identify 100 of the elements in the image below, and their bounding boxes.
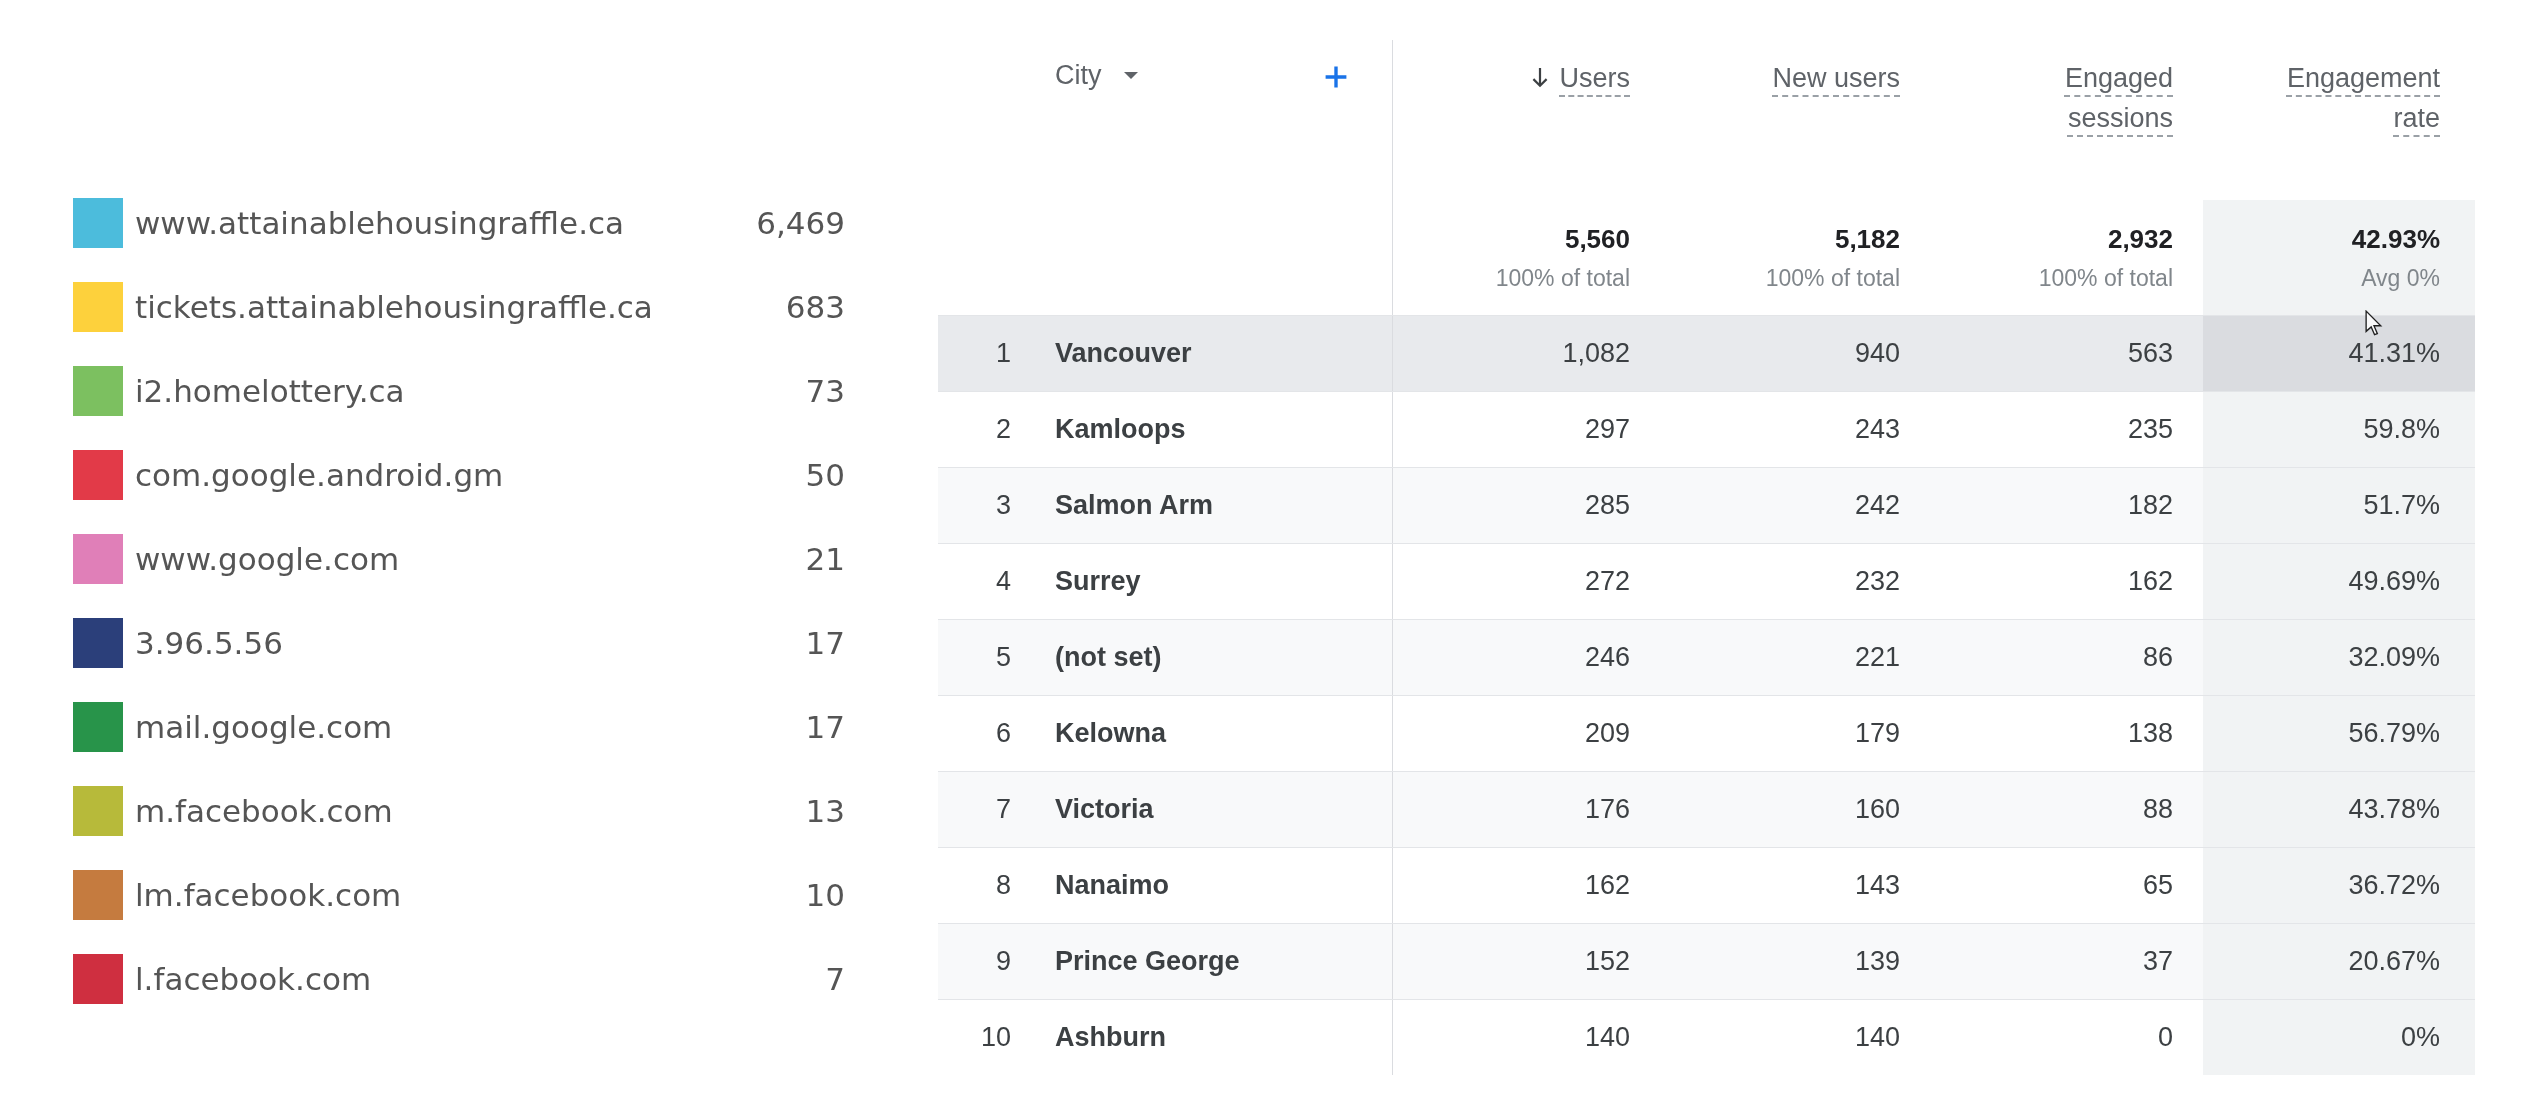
table-cell: 59.8% <box>2363 414 2440 445</box>
total-note: Avg 0% <box>2361 264 2440 292</box>
table-cell: 162 <box>1584 870 1630 901</box>
row-number: 8 <box>994 870 1012 901</box>
legend-label: www.attainablehousingraffle.ca <box>135 205 625 241</box>
legend-label: com.google.android.gm <box>135 457 504 493</box>
table-cell: 65 <box>2142 870 2173 901</box>
table-row[interactable]: 9 Prince George 152 139 37 20.67% <box>938 923 2475 999</box>
city-cell: Kelowna <box>1055 718 1167 749</box>
row-number: 10 <box>979 1022 1012 1053</box>
table-cell: 56.79% <box>2348 718 2440 749</box>
caret-icon <box>1123 72 1138 79</box>
table-cell: 86 <box>2142 642 2173 673</box>
table-row[interactable]: 7 Victoria 176 160 88 43.78% <box>938 771 2475 847</box>
total-value: 42.93% <box>2351 223 2440 255</box>
cursor-icon <box>2365 310 2383 337</box>
legend-label: l.facebook.com <box>135 961 372 997</box>
table-cell: 232 <box>1854 566 1900 597</box>
table-cell: 32.09% <box>2348 642 2440 673</box>
legend-label: www.google.com <box>135 541 400 577</box>
city-cell: Nanaimo <box>1055 870 1170 901</box>
total-value: 2,932 <box>2107 223 2173 255</box>
city-cell: Salmon Arm <box>1055 490 1214 521</box>
table-cell: 209 <box>1584 718 1630 749</box>
city-cell: Kamloops <box>1055 414 1186 445</box>
row-number: 1 <box>994 338 1012 369</box>
table-cell: 272 <box>1584 566 1630 597</box>
row-number: 2 <box>994 414 1012 445</box>
table-cell: 88 <box>2142 794 2173 825</box>
legend-value: 50 <box>805 457 846 493</box>
city-cell: Prince George <box>1055 946 1240 977</box>
table-cell: 49.69% <box>2348 566 2440 597</box>
total-note: 100% of total <box>1765 264 1900 292</box>
row-number: 3 <box>994 490 1012 521</box>
city-cell: Surrey <box>1055 566 1141 597</box>
table-row[interactable]: 3 Salmon Arm 285 242 182 51.7% <box>938 467 2475 543</box>
row-number: 4 <box>994 566 1012 597</box>
legend-value: 6,469 <box>756 205 846 241</box>
legend-value: 73 <box>805 373 846 409</box>
total-value: 5,560 <box>1564 223 1630 255</box>
table-row[interactable]: 8 Nanaimo 162 143 65 36.72% <box>938 847 2475 923</box>
table-cell: 285 <box>1584 490 1630 521</box>
total-value: 5,182 <box>1834 223 1900 255</box>
sort-down-icon[interactable] <box>1531 67 1550 89</box>
legend-value: 21 <box>805 541 846 577</box>
legend-label: 3.96.5.56 <box>135 625 283 661</box>
legend-value: 17 <box>805 709 846 745</box>
legend-label: tickets.attainablehousingraffle.ca <box>135 289 653 325</box>
city-cell: Vancouver <box>1055 338 1192 369</box>
table-cell: 179 <box>1854 718 1900 749</box>
legend-value: 683 <box>785 289 846 325</box>
table-cell: 37 <box>2142 946 2173 977</box>
city-cell: Victoria <box>1055 794 1154 825</box>
row-number: 5 <box>994 642 1012 673</box>
table-cell: 235 <box>2127 414 2173 445</box>
table-cell: 152 <box>1584 946 1630 977</box>
row-number: 7 <box>994 794 1012 825</box>
table-cell: 1,082 <box>1562 338 1630 369</box>
table-cell: 160 <box>1854 794 1900 825</box>
row-number: 6 <box>994 718 1012 749</box>
legend-value: 13 <box>805 793 846 829</box>
table-cell: 242 <box>1854 490 1900 521</box>
table-cell: 138 <box>2127 718 2173 749</box>
legend-value: 7 <box>825 961 846 997</box>
table-cell: 162 <box>2127 566 2173 597</box>
table-row[interactable]: 6 Kelowna 209 179 138 56.79% <box>938 695 2475 771</box>
total-note: 100% of total <box>1495 264 1630 292</box>
table-cell: 243 <box>1854 414 1900 445</box>
total-note: 100% of total <box>2038 264 2173 292</box>
table-row[interactable]: 5 (not set) 246 221 86 32.09% <box>938 619 2475 695</box>
row-number: 9 <box>994 946 1012 977</box>
dimension-dropdown[interactable]: City <box>1055 60 1138 91</box>
table-row[interactable]: 10 Ashburn 140 140 0 0% <box>938 999 2475 1075</box>
table-cell: 41.31% <box>2348 338 2440 369</box>
table-cell: 563 <box>2127 338 2173 369</box>
legend-value: 10 <box>805 877 846 913</box>
column-header[interactable]: Engaged sessions <box>2033 58 2173 138</box>
table-cell: 182 <box>2127 490 2173 521</box>
legend-label: m.facebook.com <box>135 793 393 829</box>
table-row[interactable]: 4 Surrey 272 232 162 49.69% <box>938 543 2475 619</box>
legend-label: i2.homelottery.ca <box>135 373 405 409</box>
table-cell: 0% <box>2400 1022 2440 1053</box>
table-cell: 139 <box>1854 946 1900 977</box>
table-cell: 221 <box>1854 642 1900 673</box>
add-icon[interactable] <box>1323 64 1349 90</box>
table-cell: 36.72% <box>2348 870 2440 901</box>
column-header[interactable]: Users <box>1559 58 1630 98</box>
column-header[interactable]: Engagement rate <box>2270 58 2440 138</box>
column-header[interactable]: New users <box>1772 58 1900 98</box>
table-cell: 140 <box>1584 1022 1630 1053</box>
table-cell: 246 <box>1584 642 1630 673</box>
city-cell: (not set) <box>1055 642 1162 673</box>
table-cell: 297 <box>1584 414 1630 445</box>
table-cell: 140 <box>1854 1022 1900 1053</box>
city-cell: Ashburn <box>1055 1022 1166 1053</box>
table-cell: 51.7% <box>2363 490 2440 521</box>
table-cell: 940 <box>1854 338 1900 369</box>
table-cell: 20.67% <box>2348 946 2440 977</box>
legend-label: lm.facebook.com <box>135 877 402 913</box>
table-row[interactable]: 2 Kamloops 297 243 235 59.8% <box>938 391 2475 467</box>
